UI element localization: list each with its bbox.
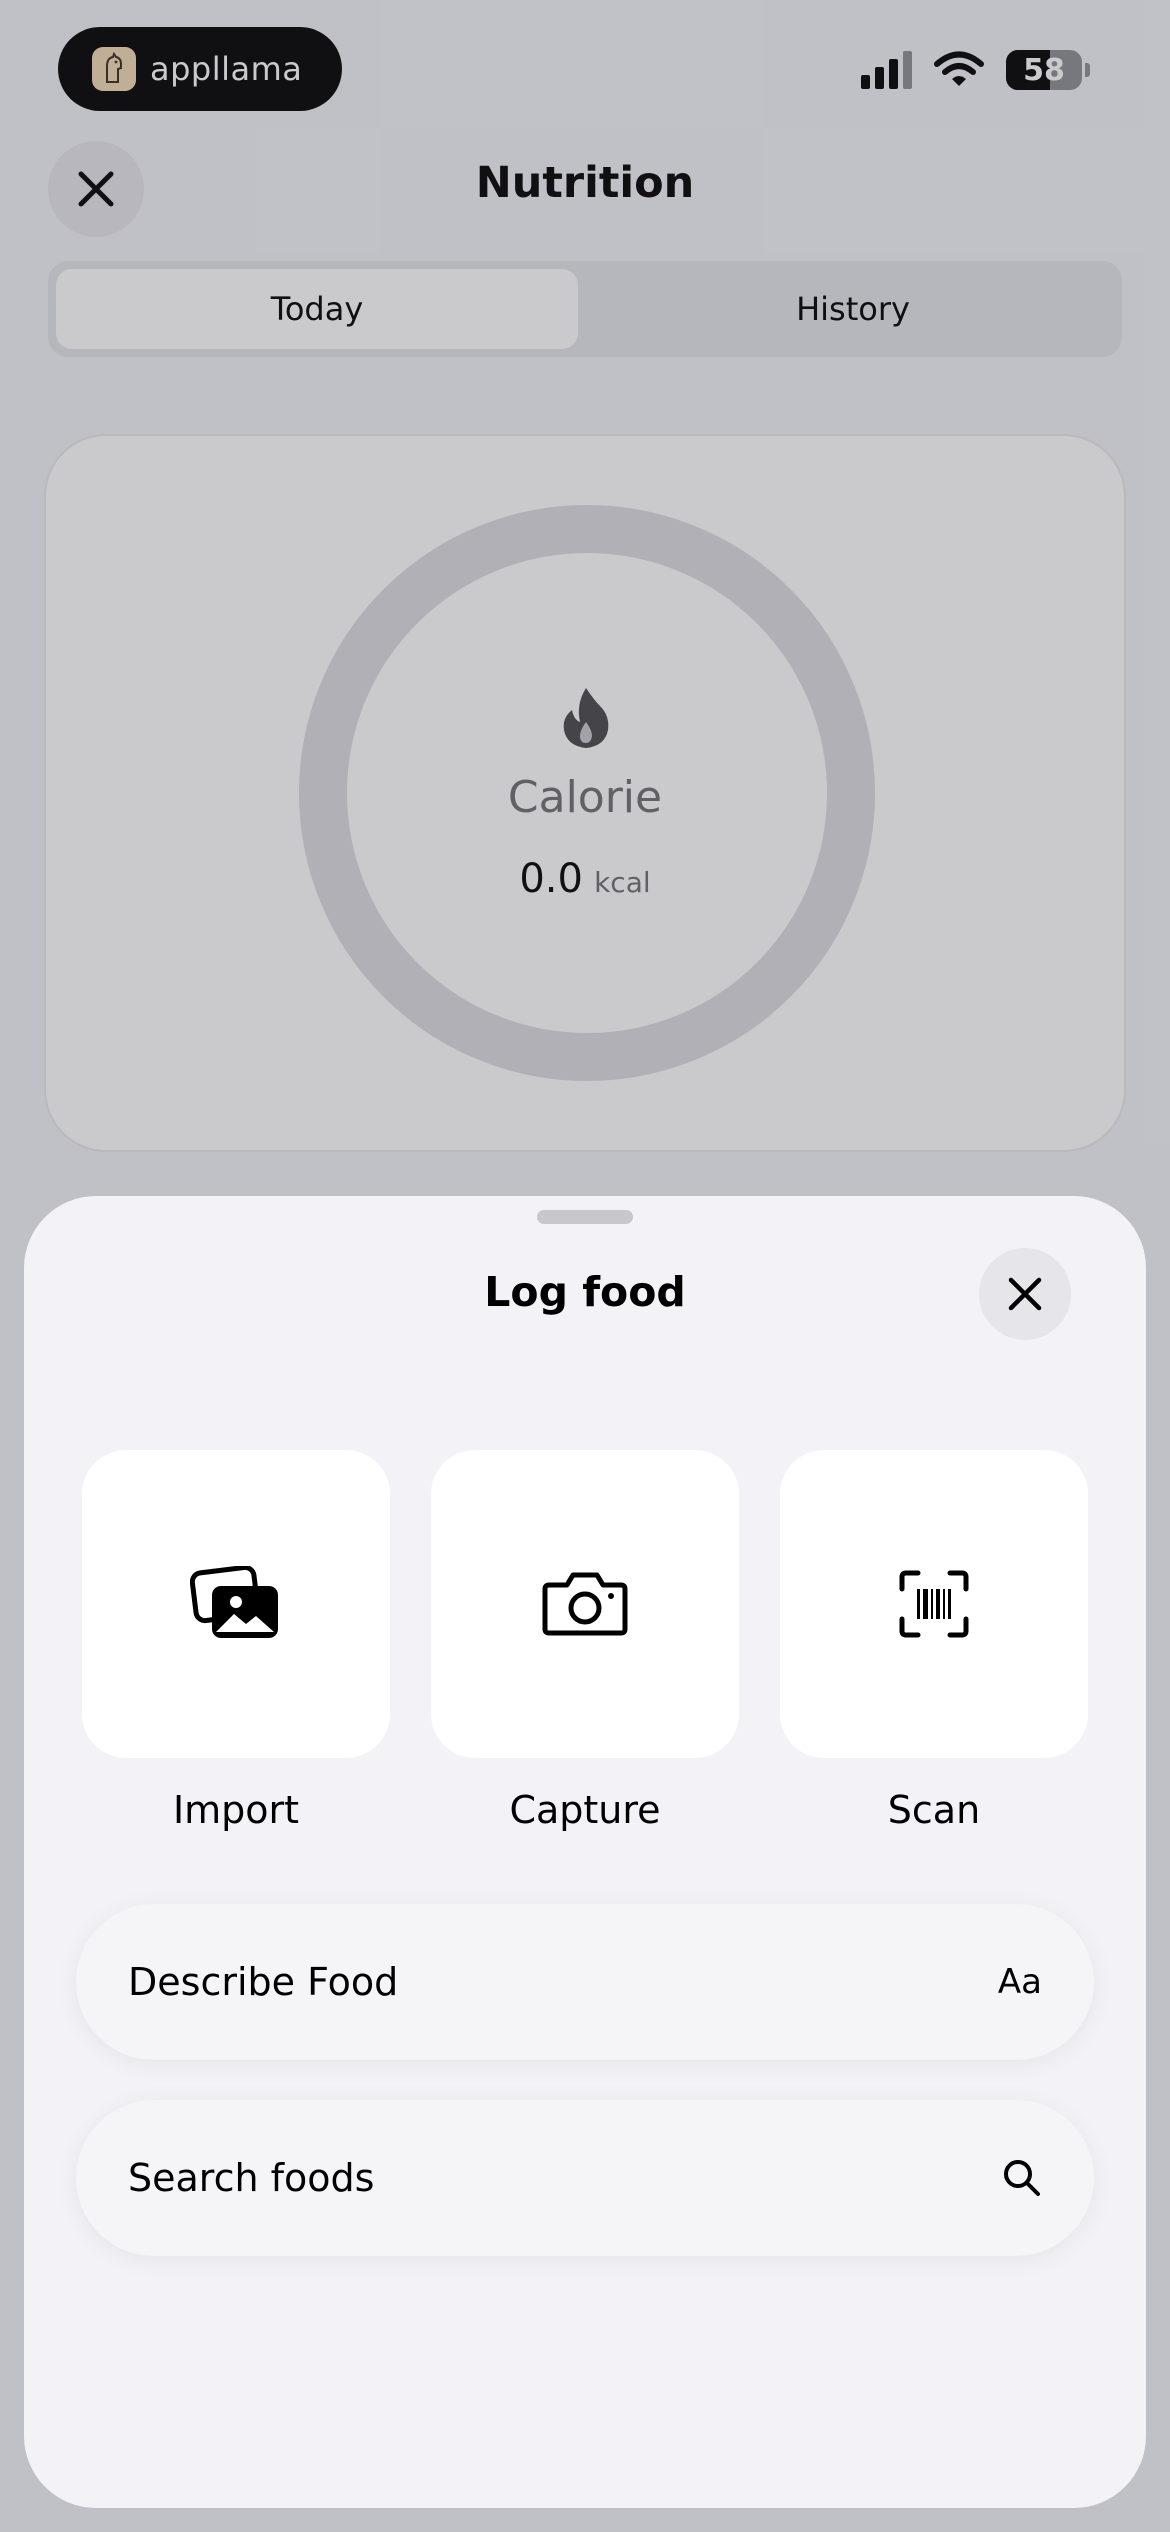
photo-stack-icon: [190, 1566, 278, 1638]
llama-logo-icon: [92, 47, 136, 91]
sheet-close-button[interactable]: [979, 1248, 1071, 1340]
brand-pill: appllama: [58, 27, 342, 111]
search-foods-field[interactable]: Search foods: [76, 2100, 1094, 2256]
brand-name: appllama: [150, 50, 303, 88]
calorie-unit: kcal: [594, 866, 651, 899]
calorie-readout: 0.0 kcal: [46, 856, 1124, 902]
wifi-icon: [934, 51, 984, 86]
calorie-card[interactable]: Calorie 0.0 kcal: [44, 434, 1126, 1152]
segmented-control: Today History: [48, 261, 1122, 357]
calorie-value: 0.0: [519, 856, 583, 902]
barcode-scan-icon: [899, 1570, 969, 1638]
scan-label: Scan: [887, 1788, 981, 1832]
search-icon: [1004, 2160, 1040, 2196]
sheet-grabber[interactable]: [537, 1210, 633, 1224]
search-foods-label: Search foods: [128, 2156, 375, 2200]
battery-icon: 58: [1006, 50, 1082, 90]
calorie-label: Calorie: [507, 772, 663, 823]
battery-level: 58: [1023, 52, 1065, 88]
camera-icon: [542, 1572, 628, 1636]
text-format-icon: Aa: [997, 1962, 1042, 2002]
capture-label: Capture: [509, 1788, 661, 1832]
log-food-sheet: Log food Import Capture Scan Describe Fo…: [24, 1196, 1146, 2508]
tab-today[interactable]: Today: [56, 269, 578, 349]
sheet-title: Log food: [484, 1268, 686, 1316]
describe-food-label: Describe Food: [128, 1960, 399, 2004]
flame-icon: [563, 688, 609, 748]
cellular-signal-icon: [861, 51, 912, 89]
capture-button[interactable]: [431, 1450, 739, 1758]
scan-button[interactable]: [780, 1450, 1088, 1758]
import-label: Import: [172, 1788, 300, 1832]
tab-history[interactable]: History: [592, 269, 1114, 349]
page-title: Nutrition: [475, 158, 695, 208]
close-icon: [1008, 1277, 1042, 1311]
status-icons: 58: [861, 50, 1090, 90]
import-button[interactable]: [82, 1450, 390, 1758]
describe-food-field[interactable]: Describe Food Aa: [76, 1904, 1094, 2060]
